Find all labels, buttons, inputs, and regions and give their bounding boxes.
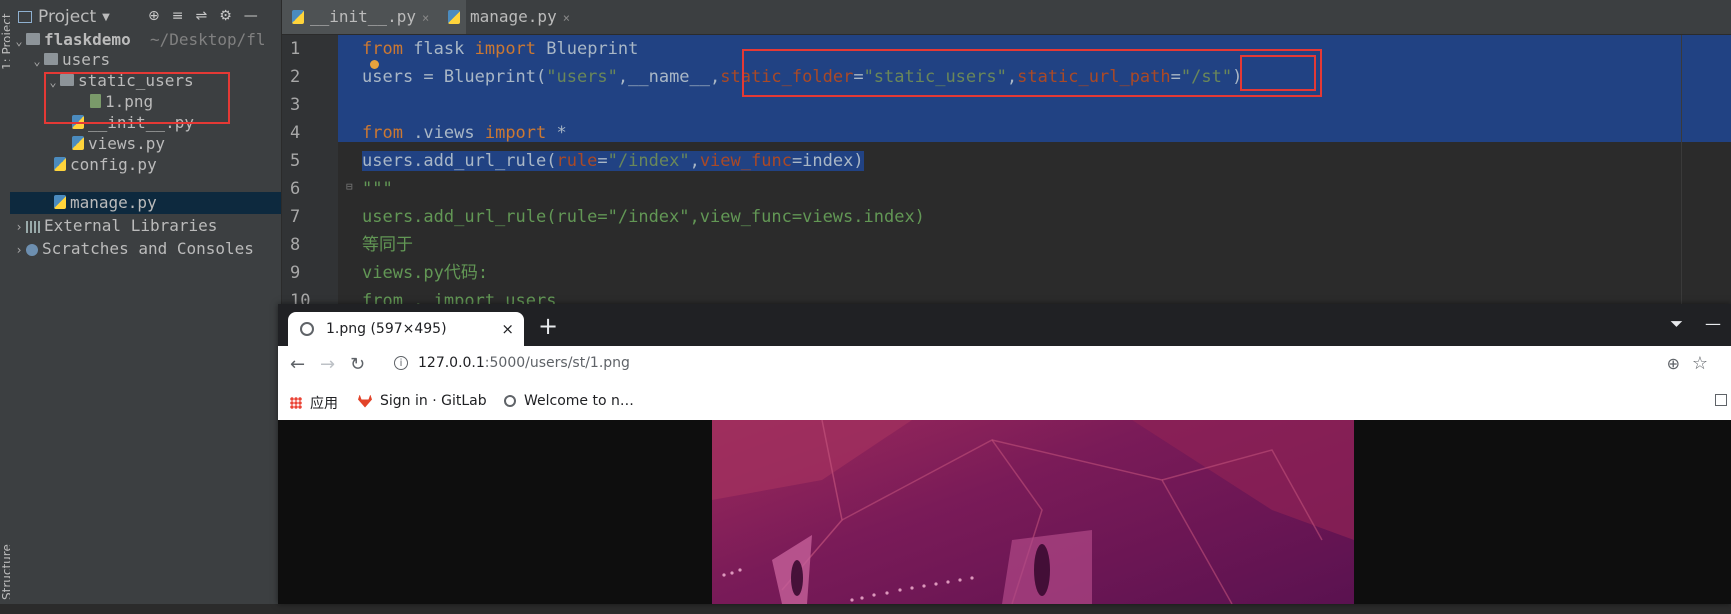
browser-tab[interactable]: 1.png (597×495) × — [288, 312, 524, 346]
bookmark-welcome[interactable]: Welcome to n… — [504, 393, 634, 409]
tab-manage-py[interactable]: manage.py × — [442, 0, 605, 34]
chevron-right-icon[interactable]: › — [12, 239, 26, 262]
fold-marker-icon[interactable]: ⊟ — [346, 180, 353, 193]
tree-item-config-py[interactable]: config.py — [10, 153, 281, 176]
code-editor[interactable]: 1 2 3 4 5 6 7 8 9 10 ⊟ from flask import… — [282, 35, 1731, 305]
address-bar[interactable]: i 127.0.0.1:5000/users/st/1.png ⊕ ☆ — [390, 350, 1720, 380]
tree-item-external-libraries[interactable]: › External Libraries — [10, 214, 281, 237]
close-icon[interactable]: × — [422, 11, 429, 25]
code-line-8: 等同于 — [362, 235, 413, 255]
line-number: 7 — [290, 207, 301, 227]
python-file-icon — [54, 156, 66, 171]
navigation-bar: ← → ↻ i 127.0.0.1:5000/users/st/1.png ⊕ … — [278, 346, 1731, 385]
line-number: 8 — [290, 235, 301, 255]
tree-item-users[interactable]: ⌄ users — [10, 48, 281, 71]
line-number: 6 — [290, 179, 301, 199]
structure-tool-tab[interactable]: Structure — [0, 544, 14, 614]
gear-icon[interactable]: ⚙ — [219, 8, 232, 24]
project-icon — [18, 11, 32, 23]
code-line-4: from .views import * — [362, 123, 567, 143]
new-tab-button[interactable]: + — [538, 312, 558, 340]
displayed-image[interactable] — [712, 420, 1354, 604]
tree-item-manage-py[interactable]: manage.py — [10, 192, 281, 214]
python-file-icon — [72, 135, 84, 150]
browser-tab-strip: 1.png (597×495) × + ⏷ — — [278, 304, 1731, 346]
info-icon[interactable]: i — [394, 356, 408, 370]
project-tool-tab[interactable]: 1: Project — [0, 13, 14, 84]
zoom-icon[interactable]: ⊕ — [1667, 354, 1680, 373]
annotation-box-url-path — [1240, 55, 1316, 91]
line-number-gutter: 1 2 3 4 5 6 7 8 9 10 — [282, 35, 338, 305]
python-file-icon — [292, 10, 304, 24]
project-view-selector[interactable]: Project ▼ — [18, 7, 110, 27]
line-number: 3 — [290, 95, 301, 115]
star-icon[interactable]: ☆ — [1692, 353, 1708, 374]
reading-list-icon[interactable] — [1715, 394, 1727, 406]
tab-title: 1.png (597×495) — [326, 321, 447, 337]
editor-tab-bar: __init__.py × manage.py × — [282, 0, 1731, 35]
project-view-label: Project — [38, 7, 97, 27]
gitlab-icon — [358, 394, 372, 408]
tree-item-scratches[interactable]: › Scratches and Consoles — [10, 237, 281, 260]
code-line-6: """ — [362, 179, 393, 199]
python-file-icon — [448, 10, 460, 24]
apps-grid-icon — [290, 397, 302, 409]
bookmarks-bar: 应用 Sign in · GitLab Welcome to n… — [278, 384, 1731, 420]
wallpaper-art — [712, 420, 1354, 604]
image-viewer — [278, 420, 1731, 604]
url-text[interactable]: 127.0.0.1:5000/users/st/1.png — [418, 355, 630, 371]
annotation-box-static-users — [44, 72, 230, 124]
line-number: 1 — [290, 39, 301, 59]
globe-icon — [300, 322, 314, 336]
code-line-9: views.py代码: — [362, 263, 489, 283]
tab-search-icon[interactable]: ⏷ — [1670, 314, 1683, 334]
folder-icon — [44, 52, 58, 65]
back-arrow-icon[interactable]: ← — [290, 354, 305, 375]
line-number: 9 — [290, 263, 301, 283]
expand-all-icon[interactable]: ≡ — [172, 8, 184, 24]
minimize-icon[interactable]: — — [1705, 314, 1721, 334]
minimize-icon[interactable]: — — [244, 8, 258, 24]
line-number: 2 — [290, 67, 301, 87]
code-line-1: from flask import Blueprint — [362, 39, 639, 59]
python-file-icon — [54, 194, 66, 209]
code-line-10: from . import users — [362, 291, 557, 305]
library-icon — [26, 220, 40, 233]
tree-item-views-py[interactable]: views.py — [10, 132, 281, 155]
line-number: 5 — [290, 151, 301, 171]
project-panel: Project ▼ ⊕ ≡ ⇌ ⚙ — ⌄ flaskdemo ~/Desktop… — [10, 0, 282, 604]
annotation-box-static-args — [742, 49, 1322, 97]
code-line-5: users.add_url_rule(rule="/index",view_fu… — [362, 151, 864, 171]
scratches-icon — [26, 243, 38, 256]
chevron-down-icon: ▼ — [102, 11, 110, 23]
close-icon[interactable]: × — [501, 312, 514, 346]
locate-icon[interactable]: ⊕ — [148, 8, 160, 24]
chevron-right-icon[interactable]: › — [12, 216, 26, 239]
right-margin-guide — [1681, 35, 1682, 305]
collapse-all-icon[interactable]: ⇌ — [195, 8, 207, 24]
reload-icon[interactable]: ↻ — [350, 354, 365, 375]
globe-icon — [504, 395, 516, 407]
browser-window: 1.png (597×495) × + ⏷ — ← → ↻ i 127.0.0.… — [278, 304, 1731, 604]
forward-arrow-icon[interactable]: → — [320, 354, 335, 375]
folder-icon — [26, 32, 40, 45]
tab-init-py[interactable]: __init__.py × — [282, 0, 466, 34]
close-icon[interactable]: × — [563, 11, 570, 25]
code-line-7: users.add_url_rule(rule="/index",view_fu… — [362, 207, 925, 227]
bookmark-gitlab[interactable]: Sign in · GitLab — [358, 393, 487, 409]
line-number: 10 — [290, 291, 311, 305]
line-number: 4 — [290, 123, 301, 143]
bookmark-apps[interactable]: 应用 — [290, 393, 338, 413]
